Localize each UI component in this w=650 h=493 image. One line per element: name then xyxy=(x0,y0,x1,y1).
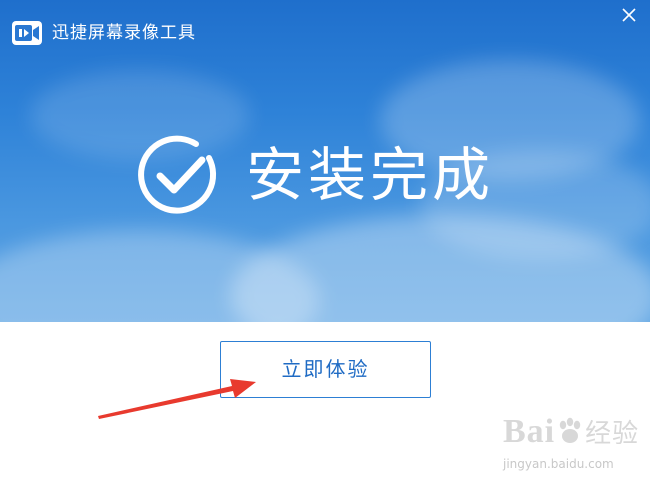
watermark-url: jingyan.baidu.com xyxy=(503,457,614,471)
watermark-brand-prefix: Bai xyxy=(503,413,556,450)
video-camera-icon xyxy=(12,21,42,45)
check-circle-icon xyxy=(136,134,220,218)
installer-window: 迅捷屏幕录像工具 安装完成 立即体验 Bai 经验 jingyan.baidu.… xyxy=(0,0,650,493)
paw-icon xyxy=(559,417,581,443)
app-title: 迅捷屏幕录像工具 xyxy=(52,23,196,43)
watermark-brand-suffix: 经验 xyxy=(585,419,640,449)
install-complete-text: 安装完成 xyxy=(246,141,495,209)
close-button[interactable] xyxy=(616,2,642,28)
red-arrow-annotation xyxy=(98,379,256,419)
sky-banner: 迅捷屏幕录像工具 安装完成 xyxy=(0,0,650,322)
watermark-brand: Bai 经验 xyxy=(503,412,639,454)
baidu-jingyan-watermark: Bai 经验 jingyan.baidu.com xyxy=(495,412,645,482)
close-icon xyxy=(622,8,636,22)
